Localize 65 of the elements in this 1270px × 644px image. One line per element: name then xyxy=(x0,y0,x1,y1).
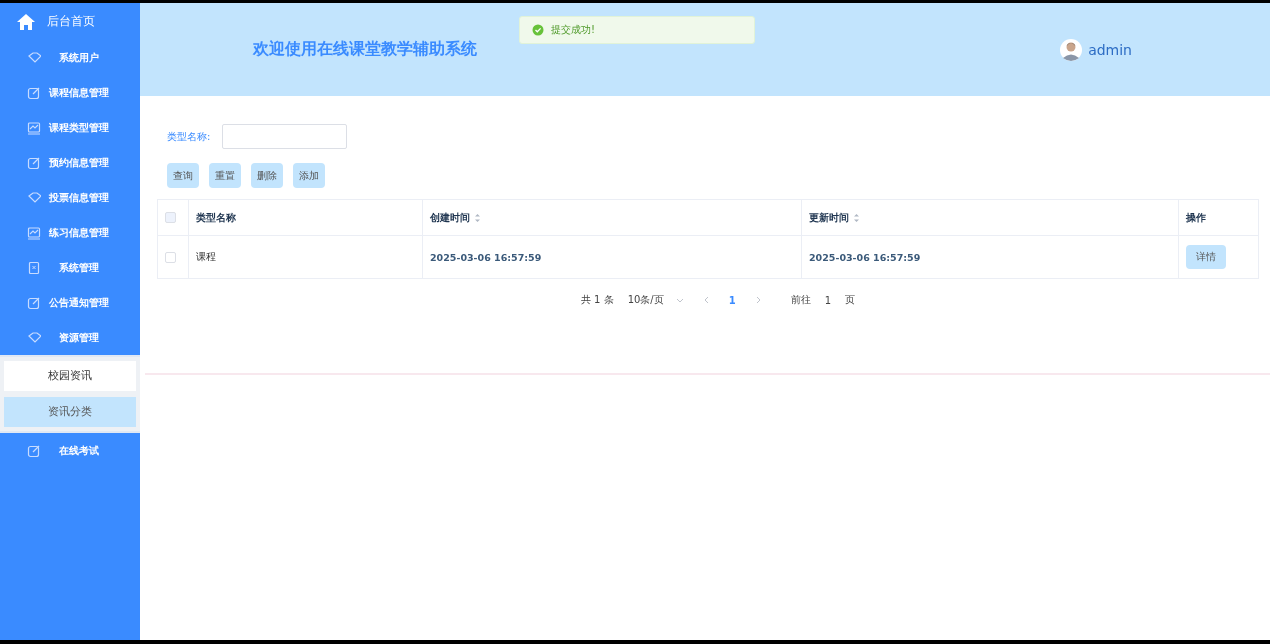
diamond-icon xyxy=(27,190,41,205)
chart-icon xyxy=(27,120,41,135)
action-button[interactable]: 添加 xyxy=(293,163,325,188)
avatar-icon xyxy=(1060,38,1083,61)
home-menu-item[interactable]: 后台首页 xyxy=(0,3,140,40)
diamond-icon xyxy=(27,330,41,345)
total-count: 共 1 条 xyxy=(580,293,614,307)
row-checkbox[interactable] xyxy=(165,251,176,263)
menu-item[interactable]: 在线考试 xyxy=(0,433,140,468)
menu-item[interactable]: 公告通知管理 xyxy=(0,285,140,320)
column-header: 更新时间 xyxy=(809,210,849,225)
goto-page-field[interactable]: 1 xyxy=(824,294,832,306)
page-size-select[interactable]: 10条/页 xyxy=(627,293,684,307)
page-suffix: 页 xyxy=(845,293,856,307)
menu-item[interactable]: 系统用户 xyxy=(0,40,140,75)
check-circle-icon xyxy=(532,24,544,36)
action-button[interactable]: 查询 xyxy=(167,163,199,188)
action-button[interactable]: 删除 xyxy=(251,163,283,188)
menu-item[interactable]: 练习信息管理 xyxy=(0,215,140,250)
menu-label: 练习信息管理 xyxy=(47,225,110,240)
menu-label: 后台首页 xyxy=(47,13,95,30)
menu-item[interactable]: 课程信息管理 xyxy=(0,75,140,110)
chart-icon xyxy=(27,225,41,240)
menu-label: 投票信息管理 xyxy=(47,190,110,205)
edit-icon xyxy=(27,155,41,170)
menu-label: 课程信息管理 xyxy=(47,85,110,100)
menu-label: 在线考试 xyxy=(57,443,100,458)
chevron-right-icon xyxy=(755,296,761,304)
username[interactable]: admin xyxy=(1088,41,1132,58)
page-number[interactable]: 1 xyxy=(728,294,736,306)
home-icon xyxy=(17,13,35,30)
menu-label: 资源管理 xyxy=(57,330,100,345)
action-button[interactable]: 重置 xyxy=(209,163,241,188)
menu-item[interactable]: 系统管理 xyxy=(0,250,140,285)
menu-label: 系统用户 xyxy=(57,50,100,65)
submenu-item[interactable]: 校园资讯 xyxy=(4,361,136,391)
column-header: 创建时间 xyxy=(430,210,470,225)
menu-item[interactable]: 资源管理 xyxy=(0,320,140,355)
details-button[interactable]: 详情 xyxy=(1186,245,1226,269)
diamond-icon xyxy=(27,50,41,65)
menu-label: 预约信息管理 xyxy=(47,155,110,170)
table-cell: 2025-03-06 16:57:59 xyxy=(809,251,921,263)
column-header: 操作 xyxy=(1186,210,1206,225)
menu-label: 系统管理 xyxy=(57,260,100,275)
type-name-field[interactable] xyxy=(222,124,348,149)
menu-item[interactable]: 课程类型管理 xyxy=(0,110,140,145)
toast-text: 提交成功! xyxy=(551,23,595,37)
field-label: 类型名称: xyxy=(167,129,211,144)
submenu-item[interactable]: 资讯分类 xyxy=(4,397,136,427)
edit-icon xyxy=(27,443,41,458)
table-cell: 课程 xyxy=(196,251,216,262)
edit-icon xyxy=(27,295,41,310)
menu-label: 公告通知管理 xyxy=(47,295,110,310)
menu-item[interactable]: 投票信息管理 xyxy=(0,180,140,215)
goto-label: 前往 xyxy=(790,293,811,307)
document-icon xyxy=(27,260,41,275)
table-cell: 2025-03-06 16:57:59 xyxy=(430,251,542,263)
chevron-down-icon xyxy=(675,297,684,303)
column-header: 类型名称 xyxy=(196,210,236,225)
menu-item[interactable]: 预约信息管理 xyxy=(0,145,140,180)
menu-label: 课程类型管理 xyxy=(47,120,110,135)
page-title: 欢迎使用在线课堂教学辅助系统 xyxy=(253,39,478,60)
chevron-left-icon xyxy=(703,296,709,304)
select-all-checkbox[interactable] xyxy=(165,212,176,224)
edit-icon xyxy=(27,85,41,100)
